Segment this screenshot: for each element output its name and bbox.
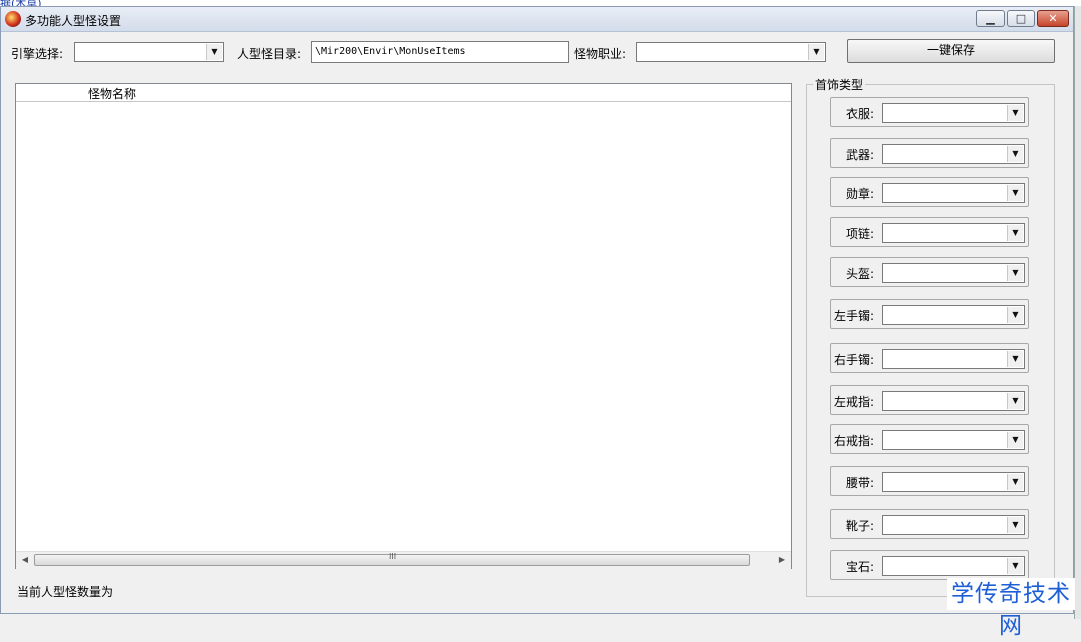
equipment-group-title: 首饰类型 (813, 76, 866, 93)
slot-gem: 宝石: ▼ (830, 550, 1029, 580)
slot-right-ring: 右戒指: ▼ (830, 424, 1029, 454)
monster-job-select[interactable]: ▼ (636, 42, 826, 62)
background-window-edge (1074, 6, 1081, 619)
dropdown-arrow-icon[interactable]: ▼ (1007, 307, 1023, 323)
slot-select[interactable]: ▼ (882, 263, 1025, 283)
slot-label: 勋章: (845, 187, 874, 201)
slot-select[interactable]: ▼ (882, 515, 1025, 535)
slot-medal: 勋章: ▼ (830, 177, 1029, 207)
monster-list[interactable]: 怪物名称 ◀ III ▶ (15, 83, 792, 569)
scroll-right-icon[interactable]: ▶ (775, 553, 789, 567)
dropdown-arrow-icon[interactable]: ▼ (1007, 105, 1023, 121)
dropdown-arrow-icon[interactable]: ▼ (808, 44, 824, 60)
slot-select[interactable]: ▼ (882, 223, 1025, 243)
dropdown-arrow-icon[interactable]: ▼ (1007, 225, 1023, 241)
title-bar[interactable]: 多功能人型怪设置 ▁ □ ✕ (1, 7, 1073, 32)
slot-weapon: 武器: ▼ (830, 138, 1029, 168)
slot-label: 武器: (845, 148, 874, 162)
dropdown-arrow-icon[interactable]: ▼ (1007, 517, 1023, 533)
dropdown-arrow-icon[interactable]: ▼ (1007, 558, 1023, 574)
minimize-icon: ▁ (986, 12, 995, 25)
close-icon: ✕ (1048, 12, 1058, 25)
slot-select[interactable]: ▼ (882, 472, 1025, 492)
main-window: 多功能人型怪设置 ▁ □ ✕ 引擎选择: ▼ 人型怪目录: \Mir200\En… (0, 6, 1074, 614)
save-all-button[interactable]: 一键保存 (847, 39, 1055, 63)
slot-select[interactable]: ▼ (882, 391, 1025, 411)
slot-left-ring: 左戒指: ▼ (830, 385, 1029, 415)
slot-boots: 靴子: ▼ (830, 509, 1029, 539)
engine-select[interactable]: ▼ (74, 42, 224, 62)
slot-select[interactable]: ▼ (882, 183, 1025, 203)
dropdown-arrow-icon[interactable]: ▼ (1007, 474, 1023, 490)
slot-label: 项链: (845, 227, 874, 241)
dropdown-arrow-icon[interactable]: ▼ (1007, 351, 1023, 367)
list-header: 怪物名称 (16, 84, 791, 102)
horizontal-scrollbar[interactable]: ◀ III ▶ (16, 551, 791, 569)
slot-label: 靴子: (845, 519, 874, 533)
slot-select[interactable]: ▼ (882, 103, 1025, 123)
slot-label: 右戒指: (833, 434, 874, 448)
slot-label: 左戒指: (833, 395, 874, 409)
game-app-icon (5, 11, 21, 27)
slot-label: 头盔: (845, 267, 874, 281)
dropdown-arrow-icon[interactable]: ▼ (206, 44, 222, 60)
dropdown-arrow-icon[interactable]: ▼ (1007, 432, 1023, 448)
slot-select[interactable]: ▼ (882, 430, 1025, 450)
column-header-monster-name[interactable]: 怪物名称 (88, 85, 136, 102)
maximize-button[interactable]: □ (1007, 10, 1035, 27)
watermark: 学传奇技术网 (947, 578, 1075, 639)
slot-select[interactable]: ▼ (882, 144, 1025, 164)
slot-belt: 腰带: ▼ (830, 466, 1029, 496)
slot-label: 衣服: (845, 107, 874, 121)
engine-label: 引擎选择: (11, 47, 64, 61)
slot-select[interactable]: ▼ (882, 556, 1025, 576)
slot-select[interactable]: ▼ (882, 305, 1025, 325)
slot-select[interactable]: ▼ (882, 349, 1025, 369)
scroll-thumb[interactable]: III (34, 552, 750, 566)
slot-necklace: 项链: ▼ (830, 217, 1029, 247)
slot-label: 左手镯: (833, 309, 874, 323)
window-title: 多功能人型怪设置 (25, 14, 122, 28)
dropdown-arrow-icon[interactable]: ▼ (1007, 146, 1023, 162)
status-text: 当前人型怪数量为 (17, 585, 114, 599)
close-button[interactable]: ✕ (1037, 10, 1069, 27)
slot-clothes: 衣服: ▼ (830, 97, 1029, 127)
slot-helmet: 头盔: ▼ (830, 257, 1029, 287)
minimize-button[interactable]: ▁ (976, 10, 1005, 27)
slot-left-bracelet: 左手镯: ▼ (830, 299, 1029, 329)
maximize-icon: □ (1015, 12, 1027, 25)
scroll-grip: III (389, 552, 397, 561)
slot-label: 宝石: (845, 560, 874, 574)
dropdown-arrow-icon[interactable]: ▼ (1007, 393, 1023, 409)
slot-label: 腰带: (845, 476, 874, 490)
monster-dir-input[interactable]: \Mir200\Envir\MonUseItems (311, 41, 569, 63)
dropdown-arrow-icon[interactable]: ▼ (1007, 265, 1023, 281)
dropdown-arrow-icon[interactable]: ▼ (1007, 185, 1023, 201)
monster-dir-label: 人型怪目录: (237, 47, 302, 61)
scroll-left-icon[interactable]: ◀ (18, 553, 32, 567)
slot-label: 右手镯: (833, 353, 874, 367)
monster-job-label: 怪物职业: (574, 47, 627, 61)
slot-right-bracelet: 右手镯: ▼ (830, 343, 1029, 373)
